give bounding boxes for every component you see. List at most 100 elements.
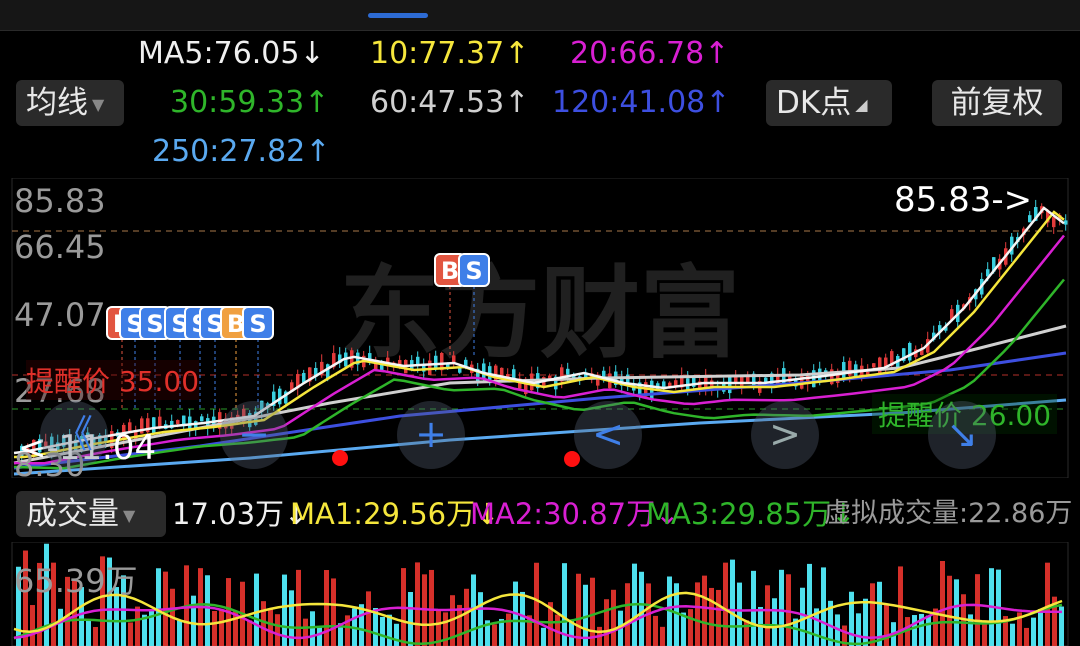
volume-bar	[254, 573, 259, 646]
volume-bar	[429, 569, 434, 646]
volume-bar	[821, 567, 826, 646]
dk-point-label: DK点	[776, 85, 852, 121]
adjust-label: 前复权	[950, 85, 1044, 121]
volume-bar	[1024, 627, 1029, 646]
volume-bar	[415, 562, 420, 646]
volume-bar	[128, 622, 133, 646]
volume-bar	[58, 608, 63, 646]
volume-axis-label: 65.39万	[14, 562, 138, 600]
prev-button[interactable]: <	[574, 401, 642, 469]
volume-bar	[464, 588, 469, 646]
volume-bar	[387, 614, 392, 646]
volume-bar	[1010, 623, 1015, 646]
volume-bar	[702, 575, 707, 646]
price-axis-label: 47.07	[14, 296, 106, 334]
volume-bar	[772, 598, 777, 646]
volume-bar	[1031, 617, 1036, 646]
volume-bar	[688, 609, 693, 646]
next-button[interactable]: >	[751, 401, 819, 469]
volume-bar	[660, 626, 665, 646]
volume-bar	[478, 592, 483, 646]
volume-bar	[30, 605, 35, 646]
dk-point-button[interactable]: DK点 ◢	[766, 80, 892, 126]
volume-bar	[156, 568, 161, 646]
volume-bar	[135, 606, 140, 646]
chevron-down-icon: ▼	[123, 505, 136, 525]
volume-label: 成交量	[26, 496, 119, 532]
volume-bar	[695, 582, 700, 646]
volume-bar	[800, 587, 805, 646]
volume-bar	[541, 627, 546, 646]
volume-chart[interactable]	[0, 542, 1080, 646]
volume-bar	[940, 561, 945, 646]
zoom-in-button[interactable]: +	[397, 401, 465, 469]
adjust-button[interactable]: 前复权	[932, 80, 1062, 126]
volume-bar	[303, 618, 308, 646]
drag-handle[interactable]	[368, 13, 428, 18]
volume-bar	[177, 620, 182, 646]
reminder-label-35[interactable]: 提醒价 35.00	[26, 360, 200, 400]
volume-bar	[247, 620, 252, 646]
corner-triangle-icon: ◢	[855, 94, 868, 114]
ma20-value: 20:66.78↑	[570, 36, 730, 71]
price-axis-label: 85.83	[14, 182, 106, 220]
indicator-dropdown[interactable]: 均线 ▼	[16, 80, 124, 126]
dk-dot	[564, 451, 580, 467]
ma60-value: 60:47.53↑	[370, 85, 530, 120]
volume-bar	[723, 562, 728, 646]
volume-bar	[765, 585, 770, 646]
volume-bar	[212, 610, 217, 646]
volume-value: 17.03万↓	[172, 497, 309, 531]
dk-dot	[332, 450, 348, 466]
zoom-out-button[interactable]: −	[220, 401, 288, 469]
volume-bar	[324, 570, 329, 646]
volume-bar	[954, 579, 959, 646]
volume-bar	[863, 598, 868, 646]
volume-bar	[856, 613, 861, 646]
volume-bar	[457, 604, 462, 646]
volume-bar	[709, 587, 714, 646]
volume-bar	[93, 626, 98, 646]
top-bar	[0, 0, 1080, 31]
indicator-label: 均线	[26, 85, 88, 121]
volume-bar	[639, 571, 644, 646]
volume-bar	[1045, 562, 1050, 646]
volume-bar	[779, 569, 784, 646]
volume-bar	[310, 611, 315, 646]
collapse-button[interactable]: ↘	[928, 401, 996, 469]
watermark: 东方财富	[340, 255, 740, 372]
volume-bar	[408, 592, 413, 646]
double-chevron-left-icon: 《	[54, 412, 93, 456]
price-axis-label: 66.45	[14, 228, 106, 266]
volume-bar	[205, 575, 210, 646]
volume-bar	[366, 591, 371, 646]
volume-bar	[744, 620, 749, 646]
chevron-down-icon: ▼	[92, 94, 105, 114]
volume-bar	[331, 578, 336, 646]
volume-bar	[653, 615, 658, 646]
chevron-left-icon: <	[592, 412, 624, 456]
volume-bar	[625, 583, 630, 646]
volume-bar	[296, 569, 301, 646]
chevron-right-icon: >	[769, 412, 801, 456]
sell-flag-label: S	[465, 257, 482, 285]
ma30-value: 30:59.33↑	[170, 85, 330, 120]
volume-bar	[380, 616, 385, 646]
volume-bar	[261, 601, 266, 646]
volume-bar	[275, 614, 280, 646]
volume-bar	[751, 570, 756, 646]
volume-bar	[926, 615, 931, 646]
buy-flag-label: B	[441, 257, 459, 285]
volume-bar	[506, 613, 511, 646]
volume-bar	[912, 615, 917, 646]
ma250-value: 250:27.82↑	[152, 134, 331, 169]
volume-bar	[576, 573, 581, 646]
volume-bar	[219, 609, 224, 646]
volume-bar	[86, 620, 91, 646]
ma5-value: MA5:76.05↓	[138, 36, 325, 71]
volume-bar	[730, 559, 735, 646]
volume-dropdown[interactable]: 成交量 ▼	[16, 491, 166, 537]
volume-bar	[534, 562, 539, 646]
jump-first-button[interactable]: 《	[40, 401, 108, 469]
volume-bar	[1038, 609, 1043, 646]
